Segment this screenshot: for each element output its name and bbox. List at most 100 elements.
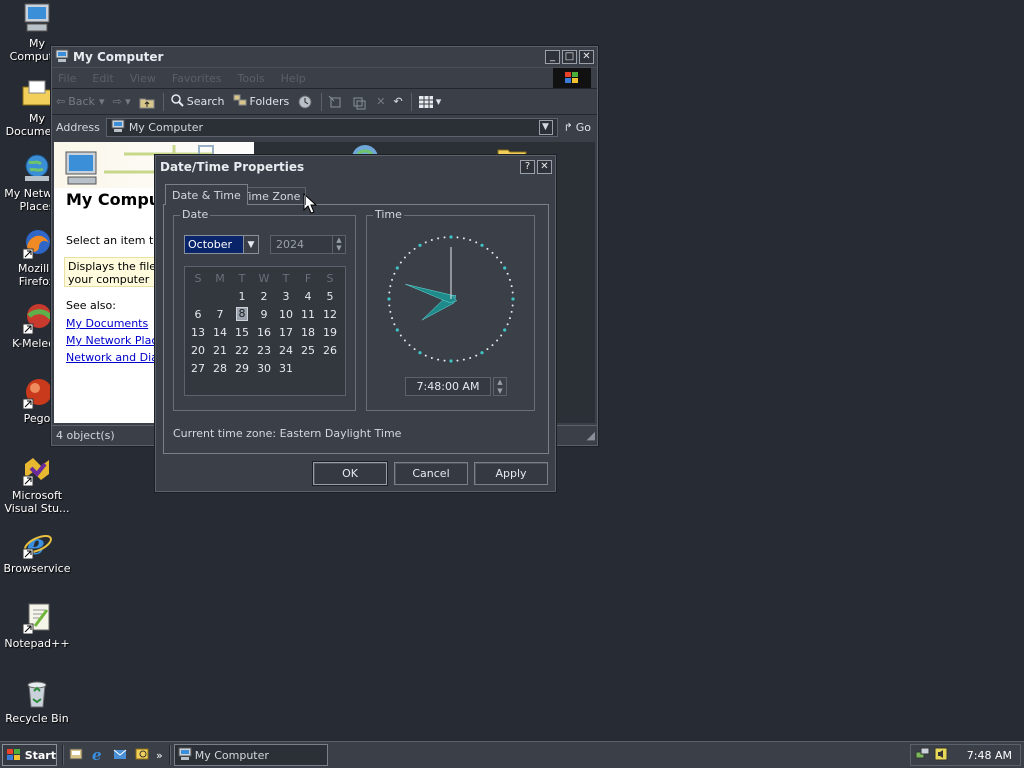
desktop-icon-visual-studio[interactable]: Microsoft Visual Stu... — [0, 454, 74, 515]
calendar-day[interactable]: 15 — [235, 326, 249, 339]
search-icon — [170, 93, 184, 110]
calendar-day[interactable]: 21 — [213, 344, 227, 357]
address-field[interactable]: My Computer ▼ — [105, 117, 558, 137]
calendar-day[interactable]: 29 — [235, 362, 249, 375]
windows-logo-icon — [7, 749, 20, 760]
up-folder-button[interactable] — [139, 95, 155, 109]
calendar-day-selected[interactable]: 8 — [236, 307, 248, 321]
resize-grip-icon[interactable]: ◢ — [587, 429, 595, 442]
outlook-express-icon[interactable] — [112, 746, 128, 765]
start-button[interactable]: Start — [2, 744, 57, 766]
desktop-icon-browservice[interactable]: e Browservice — [0, 527, 74, 575]
minimize-button[interactable]: _ — [545, 50, 560, 64]
calendar-day[interactable]: 14 — [213, 326, 227, 339]
svg-text:e: e — [92, 746, 102, 762]
spinner-arrows-icon[interactable]: ▲ ▼ — [332, 236, 345, 253]
quick-launch-search-icon[interactable] — [134, 746, 150, 765]
datetime-dialog[interactable]: Date/Time Properties ? ✕ Date & Time Tim… — [155, 155, 556, 492]
desktop-icon-notepad-plus-plus[interactable]: Notepad++ — [0, 602, 74, 650]
copy-to-button[interactable] — [352, 94, 368, 110]
calendar-day[interactable]: 30 — [257, 362, 271, 375]
tray-clock[interactable]: 7:48 AM — [967, 749, 1012, 762]
calendar-cell: 29 — [231, 359, 253, 377]
forward-button[interactable]: ⇨ ▾ — [112, 95, 130, 108]
menu-favorites[interactable]: Favorites — [172, 72, 222, 85]
calendar-day[interactable]: 27 — [191, 362, 205, 375]
time-spinner-arrows-icon[interactable]: ▲ ▼ — [493, 377, 507, 396]
close-button[interactable]: ✕ — [579, 50, 594, 64]
calendar-day[interactable]: 23 — [257, 344, 271, 357]
quick-launch-chevron-icon[interactable]: » — [156, 749, 163, 762]
calendar-day[interactable]: 11 — [301, 308, 315, 321]
menu-help[interactable]: Help — [281, 72, 306, 85]
calendar-day[interactable]: 9 — [261, 308, 268, 321]
link-my-documents[interactable]: My Documents — [66, 317, 148, 330]
start-label: Start — [24, 748, 56, 762]
calendar-day[interactable]: 1 — [239, 290, 246, 303]
calendar-day[interactable]: 17 — [279, 326, 293, 339]
calendar-day[interactable]: 16 — [257, 326, 271, 339]
calendar-day[interactable]: 2 — [261, 290, 268, 303]
show-desktop-icon[interactable] — [68, 746, 84, 765]
tab-label: Time Zone — [242, 190, 301, 203]
menu-tools[interactable]: Tools — [238, 72, 265, 85]
volume-tray-icon[interactable] — [933, 746, 949, 765]
menu-file[interactable]: File — [58, 72, 76, 85]
address-dropdown-arrow-icon[interactable]: ▼ — [538, 119, 553, 135]
clock-tick — [491, 344, 494, 347]
calendar-day[interactable]: 31 — [279, 362, 293, 375]
desktop-icon-label: Recycle Bin — [5, 712, 69, 725]
delete-button[interactable]: ✕ — [376, 95, 385, 108]
tab-date-time[interactable]: Date & Time — [165, 184, 248, 205]
dialog-titlebar[interactable]: Date/Time Properties ? ✕ — [156, 156, 555, 177]
history-button[interactable] — [297, 94, 313, 110]
calendar-day[interactable]: 10 — [279, 308, 293, 321]
weekday-header-row: SMTWTFS — [187, 269, 341, 287]
calendar-day[interactable]: 28 — [213, 362, 227, 375]
clock-tick — [388, 304, 391, 307]
calendar-cell: 2 — [253, 287, 275, 305]
move-to-button[interactable] — [328, 94, 344, 110]
calendar-day[interactable]: 5 — [327, 290, 334, 303]
menu-edit[interactable]: Edit — [92, 72, 113, 85]
ok-button[interactable]: OK — [313, 462, 387, 485]
time-field[interactable]: 7:48:00 AM — [405, 377, 491, 396]
calendar-day[interactable]: 22 — [235, 344, 249, 357]
menu-view[interactable]: View — [130, 72, 156, 85]
calendar-day[interactable]: 13 — [191, 326, 205, 339]
clock-tick — [393, 272, 396, 275]
calendar-cell: 14 — [209, 323, 231, 341]
explorer-titlebar[interactable]: My Computer _ □ ✕ — [52, 47, 597, 67]
taskbar-task-my-computer[interactable]: My Computer — [173, 744, 328, 766]
cancel-button[interactable]: Cancel — [394, 462, 468, 485]
folders-button[interactable]: Folders — [233, 93, 289, 110]
calendar-day[interactable]: 18 — [301, 326, 315, 339]
network-tray-icon[interactable] — [915, 746, 931, 765]
calendar-day[interactable]: 6 — [195, 308, 202, 321]
month-select[interactable]: October ▼ — [184, 235, 259, 254]
calendar-day[interactable]: 19 — [323, 326, 337, 339]
apply-button[interactable]: Apply — [474, 462, 548, 485]
calendar-day[interactable]: 24 — [279, 344, 293, 357]
maximize-button[interactable]: □ — [562, 50, 577, 64]
calendar-day[interactable]: 4 — [305, 290, 312, 303]
search-button[interactable]: Search — [170, 93, 225, 110]
back-button[interactable]: ⇦ Back ▾ — [56, 95, 104, 108]
calendar-day[interactable]: 25 — [301, 344, 315, 357]
calendar-cell — [297, 359, 319, 377]
desktop-icon-recycle-bin[interactable]: Recycle Bin — [0, 677, 74, 725]
calendar-day[interactable]: 12 — [323, 308, 337, 321]
help-button[interactable]: ? — [520, 159, 535, 174]
explorer-menubar: File Edit View Favorites Tools Help — [52, 67, 597, 89]
calendar-day[interactable]: 3 — [283, 290, 290, 303]
calendar-cell: 1 — [231, 287, 253, 305]
dialog-close-button[interactable]: ✕ — [537, 159, 552, 174]
go-button[interactable]: ↱ Go — [564, 121, 591, 134]
internet-explorer-icon[interactable]: e — [90, 746, 106, 765]
calendar-day[interactable]: 7 — [217, 308, 224, 321]
year-spinner[interactable]: 2024 ▲ ▼ — [270, 235, 346, 254]
calendar-day[interactable]: 20 — [191, 344, 205, 357]
calendar-day[interactable]: 26 — [323, 344, 337, 357]
views-button[interactable]: ▾ — [418, 95, 441, 109]
undo-button[interactable]: ↶ — [393, 95, 402, 108]
